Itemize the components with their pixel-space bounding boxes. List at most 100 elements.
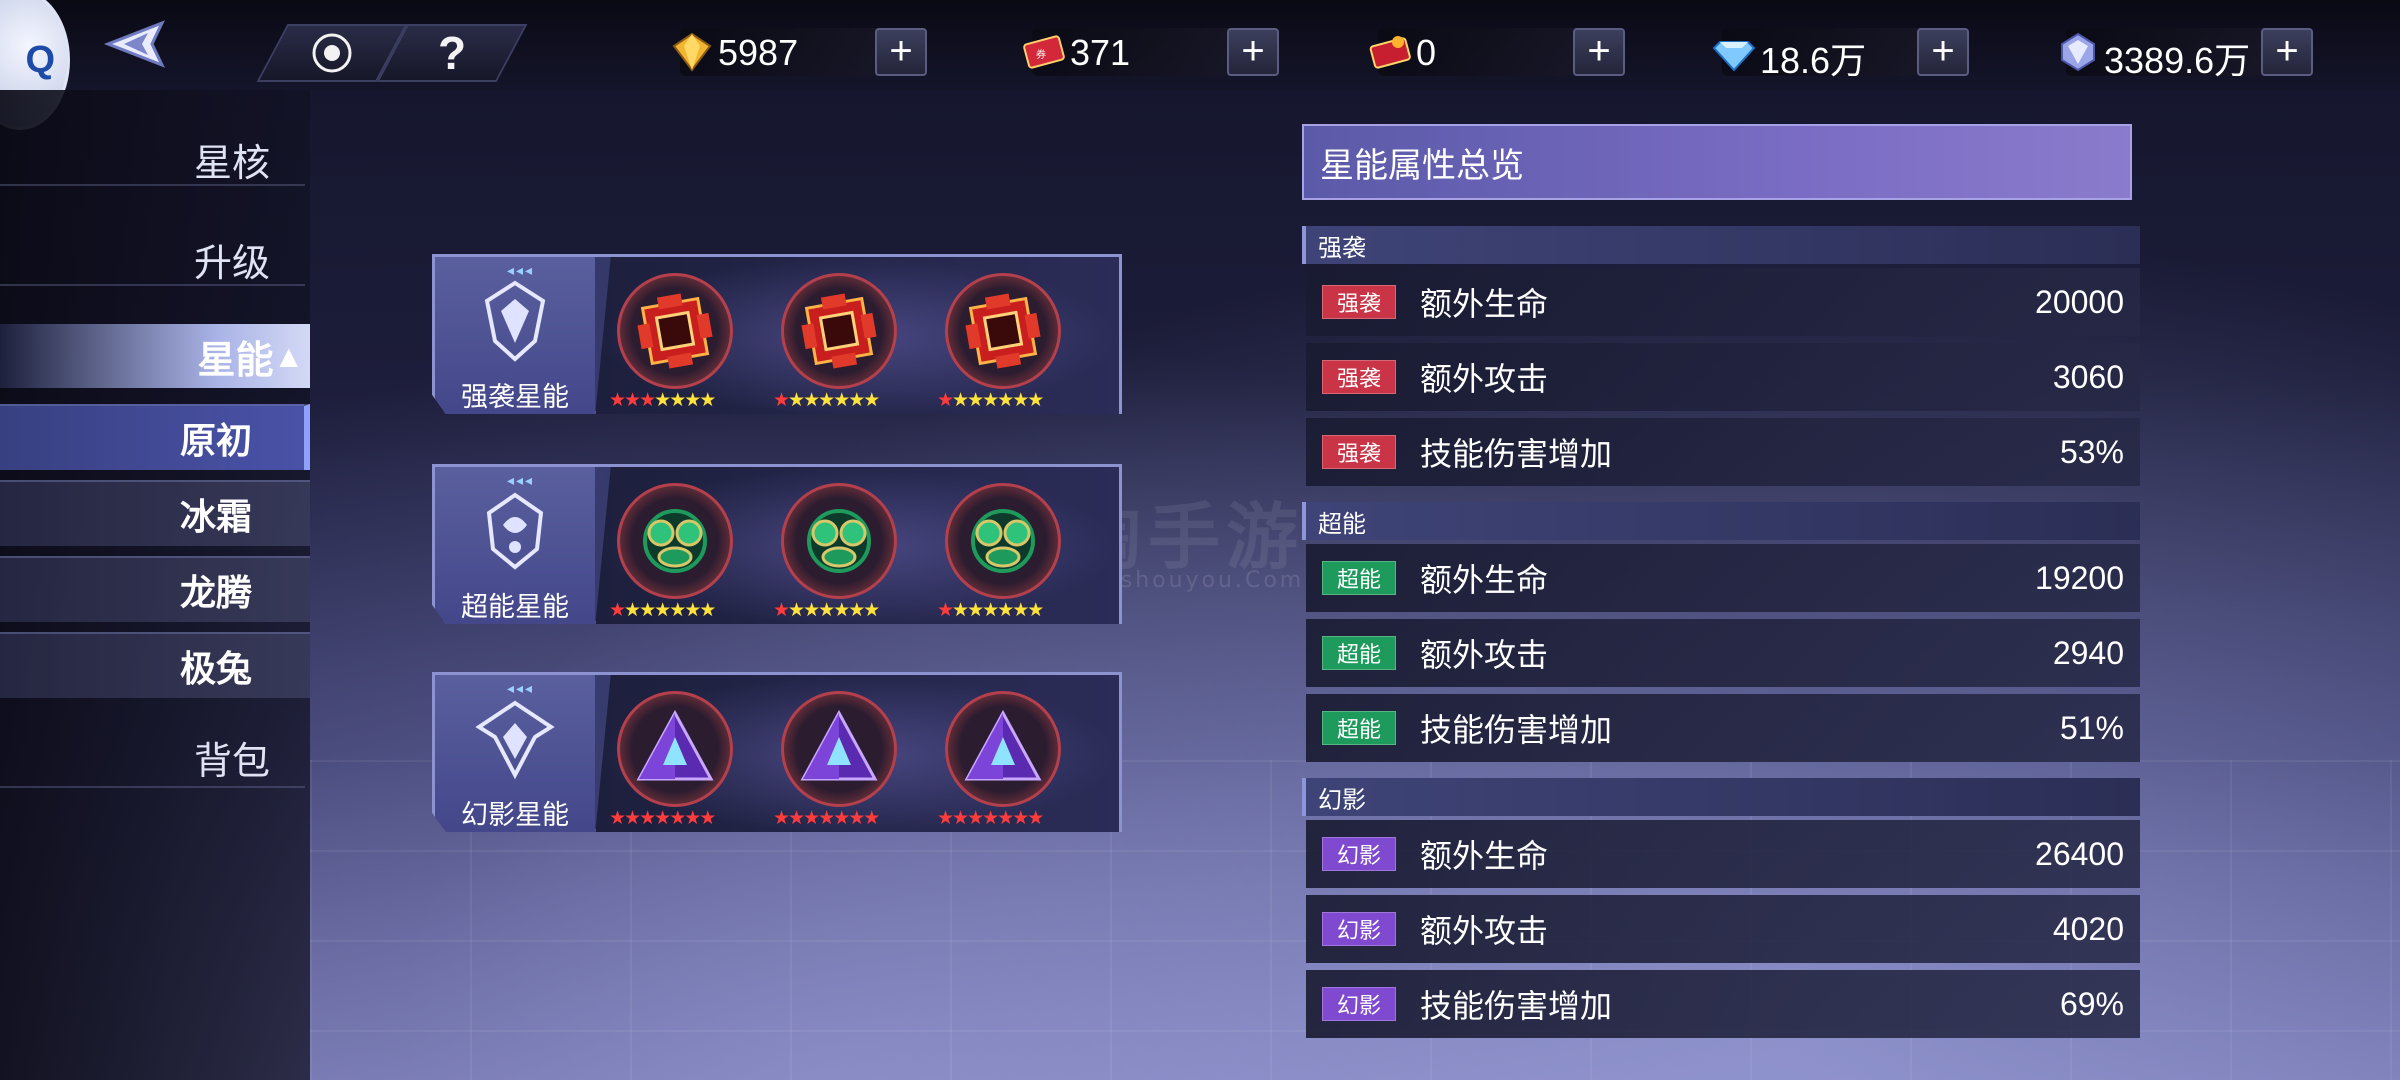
- type-badge: 超能: [1322, 711, 1396, 745]
- add-currency-button[interactable]: +: [1227, 28, 1279, 76]
- core-slot[interactable]: ★★★★★★★: [609, 691, 735, 831]
- star-yellow: ★: [997, 389, 1014, 411]
- star-red: ★: [669, 807, 686, 829]
- core-slot[interactable]: ★★★★★★★: [937, 273, 1063, 413]
- star-yellow: ★: [669, 389, 686, 411]
- star-red: ★: [773, 807, 790, 829]
- attribute-value: 53%: [2059, 433, 2124, 470]
- star-rating: ★★★★★★★: [609, 807, 743, 829]
- energy-panel[interactable]: ◂◂◂ 幻影星能 ★★★★★★★ ★★★★★★★ ★★★★★★★: [432, 672, 1122, 832]
- currency-crystal: 3389.6万 +: [2036, 28, 2316, 81]
- star-red: ★: [773, 599, 790, 621]
- currency-red-coupon: 0 +: [1348, 28, 1628, 76]
- attribute-name: 额外攻击: [1420, 636, 1549, 674]
- attribute-name: 额外攻击: [1420, 360, 1549, 398]
- core-slot[interactable]: ★★★★★★★: [937, 691, 1063, 831]
- star-red: ★: [624, 807, 641, 829]
- star-red: ★: [937, 807, 954, 829]
- red-cube-core-icon: [945, 273, 1061, 389]
- type-badge: 超能: [1322, 636, 1396, 670]
- energy-panel[interactable]: ◂◂◂ 超能星能 ★★★★★★★ ★★★★★★★ ★★★★★★★: [432, 464, 1122, 624]
- star-yellow: ★: [818, 389, 835, 411]
- section-header: 强袭: [1302, 226, 2140, 264]
- core-slot[interactable]: ★★★★★★★: [609, 273, 735, 413]
- star-red: ★: [609, 389, 626, 411]
- add-currency-button[interactable]: +: [1917, 28, 1969, 76]
- core-slot[interactable]: ★★★★★★★: [609, 483, 735, 623]
- attribute-row: 强袭 技能伤害增加 53%: [1306, 418, 2140, 486]
- energy-emblem-icon: [473, 279, 557, 367]
- star-red: ★: [848, 807, 865, 829]
- section-header: 幻影: [1302, 778, 2140, 816]
- type-badge: 幻影: [1322, 837, 1396, 871]
- back-arrow-icon: [103, 20, 165, 68]
- star-rating: ★★★★★★★: [609, 599, 743, 621]
- attribute-name: 额外攻击: [1420, 912, 1549, 950]
- star-red: ★: [863, 807, 880, 829]
- purple-pyramid-core-icon: [945, 691, 1061, 807]
- core-slot[interactable]: ★★★★★★★: [773, 483, 899, 623]
- red-coupon-icon: [1368, 32, 1412, 72]
- star-red: ★: [967, 807, 984, 829]
- star-yellow: ★: [639, 599, 656, 621]
- star-red: ★: [773, 389, 790, 411]
- attribute-value: 4020: [2052, 910, 2124, 947]
- divider: [0, 184, 305, 186]
- star-yellow: ★: [654, 599, 671, 621]
- panel-dots: ◂◂◂: [507, 681, 535, 697]
- star-red: ★: [952, 807, 969, 829]
- star-red: ★: [639, 389, 656, 411]
- star-yellow: ★: [863, 599, 880, 621]
- sidebar-item-upgrade[interactable]: 升级: [194, 232, 270, 287]
- svg-text:券: 券: [1036, 48, 1046, 61]
- attribute-name: 技能伤害增加: [1420, 711, 1613, 749]
- sub-item-bingshuang[interactable]: 冰霜: [0, 480, 310, 546]
- divider: [0, 786, 305, 788]
- record-icon: [312, 33, 352, 73]
- green-orb-core-icon: [781, 483, 897, 599]
- sidebar-item-backpack[interactable]: 背包: [194, 730, 270, 785]
- star-yellow: ★: [982, 599, 999, 621]
- add-currency-button[interactable]: +: [1573, 28, 1625, 76]
- attribute-row: 超能 额外生命 19200: [1306, 544, 2140, 612]
- core-slot[interactable]: ★★★★★★★: [773, 691, 899, 831]
- add-currency-button[interactable]: +: [875, 28, 927, 76]
- star-yellow: ★: [669, 599, 686, 621]
- energy-slots: ★★★★★★★ ★★★★★★★ ★★★★★★★: [595, 675, 1119, 832]
- add-currency-button[interactable]: +: [2261, 28, 2313, 76]
- energy-emblem: ◂◂◂ 超能星能: [435, 467, 595, 624]
- star-yellow: ★: [982, 389, 999, 411]
- energy-panel[interactable]: ◂◂◂ 强袭星能 ★★★★★★★ ★★★★★★★ ★★★★★★★: [432, 254, 1122, 414]
- sidebar-item-xingneng[interactable]: 星能 ▲: [0, 324, 310, 388]
- core-slot[interactable]: ★★★★★★★: [937, 483, 1063, 623]
- star-yellow: ★: [699, 389, 716, 411]
- attribute-name: 额外生命: [1420, 561, 1549, 599]
- sub-item-yuanchu[interactable]: 原初: [0, 404, 310, 470]
- gold-gem-icon: [670, 32, 714, 72]
- collapse-arrow-icon: ▲: [279, 342, 298, 370]
- attribute-value: 69%: [2059, 985, 2124, 1022]
- star-red: ★: [609, 807, 626, 829]
- star-yellow: ★: [788, 389, 805, 411]
- star-red: ★: [833, 807, 850, 829]
- sub-item-jitu[interactable]: 极兔: [0, 632, 310, 698]
- currency-value: 5987: [718, 32, 799, 73]
- energy-slots: ★★★★★★★ ★★★★★★★ ★★★★★★★: [595, 257, 1119, 414]
- back-button[interactable]: [95, 16, 175, 72]
- attribute-value: 26400: [2035, 835, 2124, 872]
- sub-item-longteng[interactable]: 龙腾: [0, 556, 310, 622]
- red-ticket-icon: 券: [1022, 32, 1066, 72]
- sidebar-item-xinghe[interactable]: 星核: [194, 132, 270, 187]
- core-slot[interactable]: ★★★★★★★: [773, 273, 899, 413]
- divider: [0, 284, 305, 286]
- overview-title: 星能属性总览: [1302, 124, 2132, 200]
- type-badge: 强袭: [1322, 285, 1396, 319]
- green-orb-core-icon: [945, 483, 1061, 599]
- star-yellow: ★: [863, 389, 880, 411]
- help-icon: ?: [437, 27, 467, 79]
- attribute-name: 额外生命: [1420, 285, 1549, 323]
- star-rating: ★★★★★★★: [937, 389, 1071, 411]
- star-red: ★: [1027, 807, 1044, 829]
- attribute-row: 幻影 额外攻击 4020: [1306, 895, 2140, 963]
- sidebar: 星核 升级 星能 ▲ 原初 冰霜 龙腾 极兔 背包: [0, 90, 310, 1080]
